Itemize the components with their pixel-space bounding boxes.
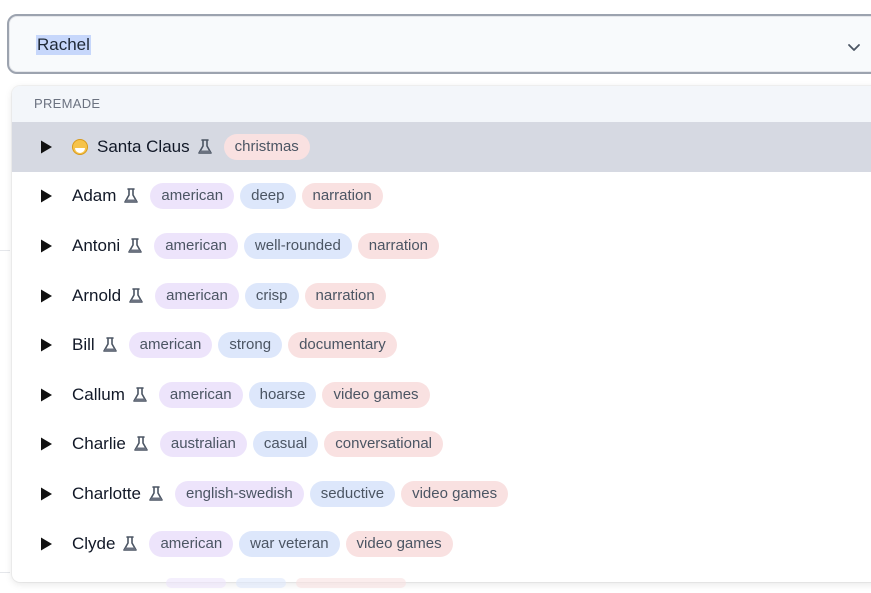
play-icon[interactable]	[38, 486, 54, 502]
voice-option-santa-claus[interactable]: Santa Claus christmas	[12, 122, 871, 172]
background-divider	[0, 250, 10, 251]
voice-name: Callum	[72, 384, 125, 404]
voice-options-list: Santa Claus christmas Adam american deep narr…	[12, 122, 871, 568]
play-icon[interactable]	[38, 536, 54, 552]
flask-icon	[124, 188, 139, 204]
flask-icon	[123, 535, 138, 551]
voice-option-charlie[interactable]: Charlie australian casual conversational	[12, 420, 871, 470]
voice-select[interactable]: Rachel	[7, 14, 871, 74]
tag-badge: deep	[240, 183, 296, 210]
smiling-face-with-halo-icon	[72, 138, 88, 155]
tag-badge: seductive	[309, 480, 396, 507]
partially-hidden-row	[166, 578, 406, 588]
flask-icon	[133, 386, 147, 402]
play-icon[interactable]	[38, 387, 54, 403]
play-icon[interactable]	[38, 188, 54, 204]
tag-badge: narration	[301, 183, 383, 210]
voice-option-adam[interactable]: Adam american deep narration	[12, 172, 871, 222]
voice-name: Antoni	[72, 235, 121, 255]
tag-badge: video games	[345, 530, 453, 557]
tag-badge: strong	[218, 332, 283, 359]
voice-name: Charlie	[72, 434, 126, 454]
tag-badge: conversational	[324, 431, 443, 458]
flask-icon	[129, 287, 143, 303]
tag-badge: american	[149, 530, 234, 557]
tag-badge: narration	[357, 232, 439, 259]
play-icon[interactable]	[38, 139, 54, 155]
voice-option-callum[interactable]: Callum american hoarse video games	[12, 370, 871, 420]
tag-badge: video games	[322, 381, 430, 408]
voice-option-clyde[interactable]: Clyde american war veteran video games	[12, 519, 871, 569]
voice-picker: Rachel PREMADE Santa Claus christmas Adam a…	[0, 0, 871, 593]
play-icon[interactable]	[38, 337, 54, 353]
play-icon[interactable]	[38, 436, 54, 452]
voice-option-antoni[interactable]: Antoni american well-rounded narration	[12, 221, 871, 271]
group-label-premade: PREMADE	[12, 86, 871, 122]
flask-icon	[149, 486, 163, 501]
voice-option-bill[interactable]: Bill american strong documentary	[12, 320, 871, 370]
tag-badge: american	[150, 183, 235, 210]
tag-badge: american	[154, 232, 238, 259]
voice-name: Santa Claus	[97, 136, 190, 156]
voice-dropdown-menu: PREMADE Santa Claus christmas Adam american…	[12, 86, 871, 582]
play-icon[interactable]	[38, 288, 54, 304]
tag-badge: well-rounded	[243, 232, 352, 259]
flask-icon	[128, 238, 143, 253]
voice-option-charlotte[interactable]: Charlotte english-swedish seductive video g…	[12, 469, 871, 519]
chevron-down-icon[interactable]	[845, 38, 863, 56]
tag-badge: american	[155, 282, 239, 309]
tag-badge: crisp	[244, 282, 299, 309]
tag-badge: documentary	[288, 332, 397, 359]
tag-badge: war veteran	[239, 530, 340, 557]
voice-name: Adam	[72, 186, 117, 206]
tag-badge: australian	[159, 431, 247, 458]
flask-icon	[102, 337, 117, 352]
flask-icon	[197, 138, 212, 154]
tag-badge: english-swedish	[174, 480, 304, 507]
tag-badge: american	[128, 332, 213, 359]
tag-badge: american	[158, 381, 243, 408]
voice-name: Arnold	[72, 285, 122, 305]
voice-name: Bill	[72, 335, 95, 355]
voice-name: Clyde	[72, 533, 116, 553]
voice-option-arnold[interactable]: Arnold american crisp narration	[12, 271, 871, 321]
tag-badge: hoarse	[248, 381, 317, 408]
voice-name: Charlotte	[72, 483, 141, 503]
play-icon[interactable]	[38, 238, 54, 254]
tag-badge: christmas	[223, 133, 310, 160]
background-divider	[0, 572, 10, 573]
selected-voice-text[interactable]: Rachel	[36, 35, 91, 55]
tag-badge: casual	[252, 431, 319, 458]
flask-icon	[134, 436, 148, 452]
tag-badge: narration	[304, 282, 386, 309]
tag-badge: video games	[401, 480, 509, 507]
